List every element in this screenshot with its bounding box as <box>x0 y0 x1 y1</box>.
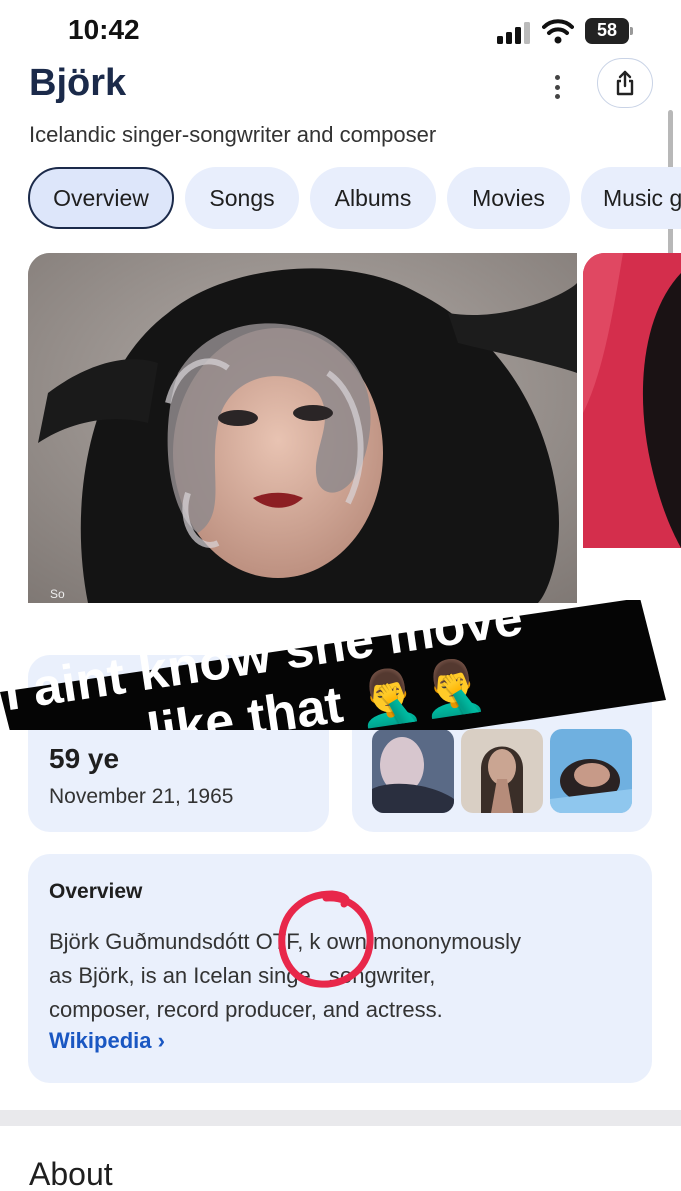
tab-songs[interactable]: Songs <box>185 167 299 229</box>
svg-text:So: So <box>50 587 65 601</box>
photo-thumbnail[interactable] <box>550 729 632 813</box>
photo-thumbnail[interactable] <box>461 729 543 813</box>
artist-photo[interactable]: So <box>28 253 577 603</box>
tab-music-groups[interactable]: Music g <box>581 167 681 229</box>
artist-photo-secondary[interactable] <box>583 253 681 548</box>
age-card[interactable]: 59 ye November 21, 1965 <box>28 655 329 832</box>
signal-icon <box>497 22 530 44</box>
share-icon <box>616 70 634 96</box>
page-title: Björk <box>29 62 127 104</box>
status-time: 10:42 <box>68 14 140 45</box>
section-divider <box>0 1110 681 1126</box>
overview-heading: Overview <box>49 880 143 903</box>
tab-albums[interactable]: Albums <box>310 167 436 229</box>
status-bar: 10:42 58 <box>0 0 681 60</box>
wikipedia-link[interactable]: Wikipedia › <box>49 1028 165 1054</box>
overview-description: Björk Guðmundsdótt OTF, k own mononymous… <box>49 925 629 1027</box>
battery-level: 58 <box>596 20 618 40</box>
age-value: 59 ye <box>49 743 120 774</box>
overview-line: Björk Guðmundsdótt OTF, k own mononymous… <box>49 929 521 954</box>
overview-line: as Björk, is an Icelan singe , songwrite… <box>49 963 436 988</box>
wifi-icon <box>542 19 574 44</box>
overview-line: composer, record producer, and actress. <box>49 997 443 1022</box>
tab-movies[interactable]: Movies <box>447 167 570 229</box>
chevron-down-icon[interactable] <box>598 680 624 698</box>
photo-thumbnail[interactable] <box>372 729 454 813</box>
share-button[interactable] <box>597 58 653 108</box>
photos-card[interactable] <box>352 655 652 832</box>
birth-date: November 21, 1965 <box>49 785 234 808</box>
entity-subtitle: Icelandic singer-songwriter and composer <box>29 122 437 147</box>
overview-card: Overview Björk Guðmundsdótt OTF, k own m… <box>28 854 652 1083</box>
battery-icon: 58 <box>585 18 633 44</box>
tab-overview[interactable]: Overview <box>28 167 174 229</box>
tab-bar: Overview Songs Albums Movies Music g <box>28 167 681 229</box>
about-heading: About <box>29 1156 113 1191</box>
more-options-icon[interactable] <box>548 72 566 102</box>
